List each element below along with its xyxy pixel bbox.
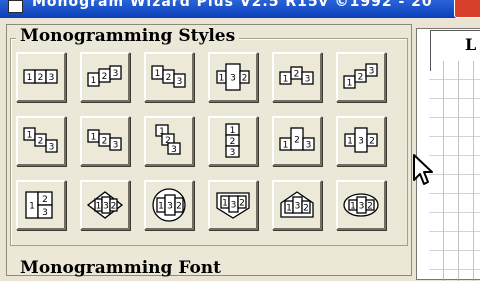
style-shield-icon: 132 <box>216 192 250 219</box>
section-title-styles: Monogramming Styles <box>16 26 240 46</box>
svg-text:2: 2 <box>303 204 309 214</box>
style-center-tall-icon: 123 <box>279 127 315 151</box>
svg-text:1: 1 <box>27 73 33 83</box>
style-stair-up-button[interactable]: 123 <box>336 52 386 102</box>
preview-tab <box>430 30 480 71</box>
style-ellipse-button[interactable]: 132 <box>336 180 386 230</box>
style-banner-wave-icon: 123 <box>87 65 122 87</box>
title-bar: Monogram Wizard Plus V2.5 R15v ©1992 - 2… <box>0 0 480 18</box>
svg-text:1: 1 <box>283 75 289 85</box>
style-banner-twist-icon: 123 <box>87 129 122 151</box>
style-stair-down-button[interactable]: 123 <box>16 116 66 166</box>
style-large-center-icon: 132 <box>216 63 250 91</box>
svg-text:1: 1 <box>27 131 33 141</box>
svg-text:2: 2 <box>111 202 117 212</box>
svg-text:1: 1 <box>347 137 353 147</box>
svg-text:2: 2 <box>367 202 373 212</box>
svg-text:3: 3 <box>177 77 183 87</box>
style-banner-down-icon: 123 <box>151 65 186 88</box>
svg-text:3: 3 <box>230 74 236 84</box>
svg-text:1: 1 <box>155 69 161 79</box>
app-window-icon[interactable] <box>8 0 23 13</box>
svg-text:2: 2 <box>369 137 375 147</box>
svg-text:2: 2 <box>176 202 182 212</box>
svg-text:1: 1 <box>347 79 353 89</box>
style-center-tall-2-icon: 132 <box>344 127 378 153</box>
svg-text:1: 1 <box>91 133 97 143</box>
style-arc-up-icon: 123 <box>279 66 314 85</box>
style-ellipse-icon: 132 <box>343 193 379 217</box>
svg-text:3: 3 <box>230 148 236 158</box>
svg-text:3: 3 <box>49 73 55 83</box>
svg-text:2: 2 <box>102 137 108 147</box>
style-stair-up-icon: 123 <box>343 63 378 89</box>
style-block-stack-icon: 12 3 <box>25 191 53 219</box>
style-diamond-icon: 132 <box>86 191 124 219</box>
style-vertical-stack-button[interactable]: 123 <box>208 116 258 166</box>
svg-text:3: 3 <box>359 202 365 212</box>
style-banner-down-button[interactable]: 123 <box>144 52 194 102</box>
svg-text:3: 3 <box>171 145 177 155</box>
svg-text:3: 3 <box>369 67 375 77</box>
svg-text:1: 1 <box>286 204 292 214</box>
style-large-center-button[interactable]: 132 <box>208 52 258 102</box>
style-flat-row-icon: 123 <box>23 69 58 84</box>
svg-text:3: 3 <box>113 141 119 151</box>
style-house-button[interactable]: 132 <box>272 180 322 230</box>
svg-text:1: 1 <box>219 74 225 84</box>
svg-text:2: 2 <box>294 70 300 80</box>
svg-text:3: 3 <box>306 141 312 151</box>
svg-text:3: 3 <box>42 208 48 218</box>
style-house-icon: 132 <box>280 191 314 218</box>
window-title: Monogram Wizard Plus V2.5 R15v ©1992 - 2… <box>32 0 433 10</box>
svg-text:3: 3 <box>295 202 301 212</box>
svg-text:3: 3 <box>103 202 109 212</box>
style-block-stack-button[interactable]: 12 3 <box>16 180 66 230</box>
style-diagonal-stack-icon: 123 <box>155 124 181 155</box>
svg-text:3: 3 <box>113 69 119 79</box>
svg-text:3: 3 <box>49 143 55 153</box>
svg-text:1: 1 <box>158 202 164 212</box>
style-arc-up-button[interactable]: 123 <box>272 52 322 102</box>
svg-text:2: 2 <box>294 136 300 146</box>
svg-text:2: 2 <box>239 199 245 209</box>
style-circle-icon: 132 <box>152 188 186 222</box>
svg-text:2: 2 <box>38 73 44 83</box>
style-diamond-button[interactable]: 132 <box>80 180 130 230</box>
style-flat-row-button[interactable]: 123 <box>16 52 66 102</box>
style-shield-button[interactable]: 132 <box>208 180 258 230</box>
style-vertical-stack-icon: 123 <box>225 123 240 158</box>
style-banner-wave-button[interactable]: 123 <box>80 52 130 102</box>
section-title-font: Monogramming Font <box>20 258 222 278</box>
svg-text:1: 1 <box>283 141 289 151</box>
svg-text:2: 2 <box>242 74 248 84</box>
svg-text:3: 3 <box>358 137 364 147</box>
style-circle-button[interactable]: 132 <box>144 180 194 230</box>
style-banner-twist-button[interactable]: 123 <box>80 116 130 166</box>
style-center-tall-2-button[interactable]: 132 <box>336 116 386 166</box>
svg-text:3: 3 <box>305 75 311 85</box>
svg-text:2: 2 <box>38 137 44 147</box>
svg-text:2: 2 <box>166 73 172 83</box>
svg-text:3: 3 <box>167 202 173 212</box>
svg-text:1: 1 <box>350 202 356 212</box>
mouse-pointer-icon <box>413 154 433 185</box>
svg-text:2: 2 <box>102 72 108 82</box>
preview-grid <box>429 61 480 281</box>
close-button[interactable] <box>454 0 480 18</box>
svg-text:1: 1 <box>91 76 97 86</box>
svg-text:3: 3 <box>231 201 237 211</box>
style-center-tall-button[interactable]: 123 <box>272 116 322 166</box>
svg-text:1: 1 <box>96 202 102 212</box>
svg-text:1: 1 <box>29 202 35 212</box>
svg-text:2: 2 <box>42 195 48 205</box>
style-stair-down-icon: 123 <box>23 127 58 153</box>
svg-text:2: 2 <box>358 73 364 83</box>
svg-text:1: 1 <box>222 199 228 209</box>
style-diagonal-stack-button[interactable]: 123 <box>144 116 194 166</box>
